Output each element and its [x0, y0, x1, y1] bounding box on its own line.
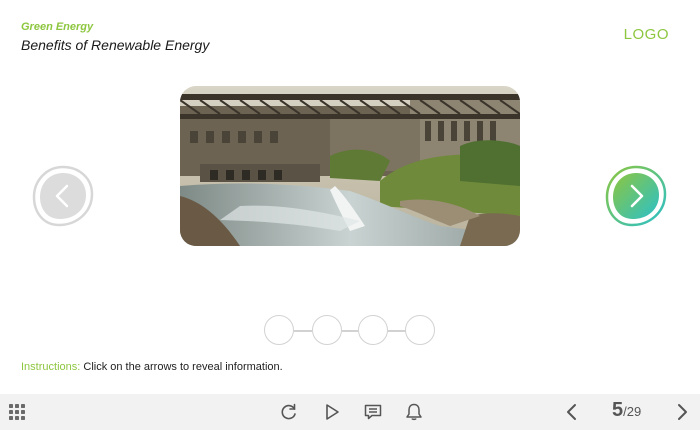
pagination-dot[interactable] — [312, 315, 342, 345]
hydroelectric-dam-image — [180, 86, 520, 246]
page-total: /29 — [623, 404, 642, 419]
header-subtitle: Green Energy — [21, 21, 94, 33]
previous-arrow-button[interactable] — [31, 164, 95, 228]
page-counter: 5/29 — [612, 399, 641, 425]
dot-connector — [342, 330, 358, 332]
next-page-icon[interactable] — [672, 402, 692, 422]
prev-page-icon[interactable] — [562, 402, 582, 422]
replay-icon[interactable] — [279, 402, 299, 422]
dot-connector — [388, 330, 406, 332]
bell-icon[interactable] — [404, 402, 424, 422]
menu-grid-icon[interactable] — [8, 402, 28, 422]
player-toolbar: 5/29 — [0, 394, 700, 430]
page-title: Benefits of Renewable Energy — [21, 37, 210, 53]
next-arrow-button[interactable] — [604, 164, 668, 228]
slide-pagination — [264, 315, 436, 347]
play-icon[interactable] — [322, 402, 342, 422]
pagination-dot[interactable] — [405, 315, 435, 345]
dot-connector — [294, 330, 312, 332]
pagination-dot[interactable] — [264, 315, 294, 345]
instructions: Instructions: Click on the arrows to rev… — [21, 361, 283, 373]
page-current: 5 — [612, 399, 624, 421]
comment-icon[interactable] — [363, 402, 383, 422]
pagination-dot[interactable] — [358, 315, 388, 345]
logo: LOGO — [623, 26, 669, 43]
instructions-label: Instructions: — [21, 361, 81, 373]
instructions-text: Click on the arrows to reveal informatio… — [80, 361, 283, 373]
